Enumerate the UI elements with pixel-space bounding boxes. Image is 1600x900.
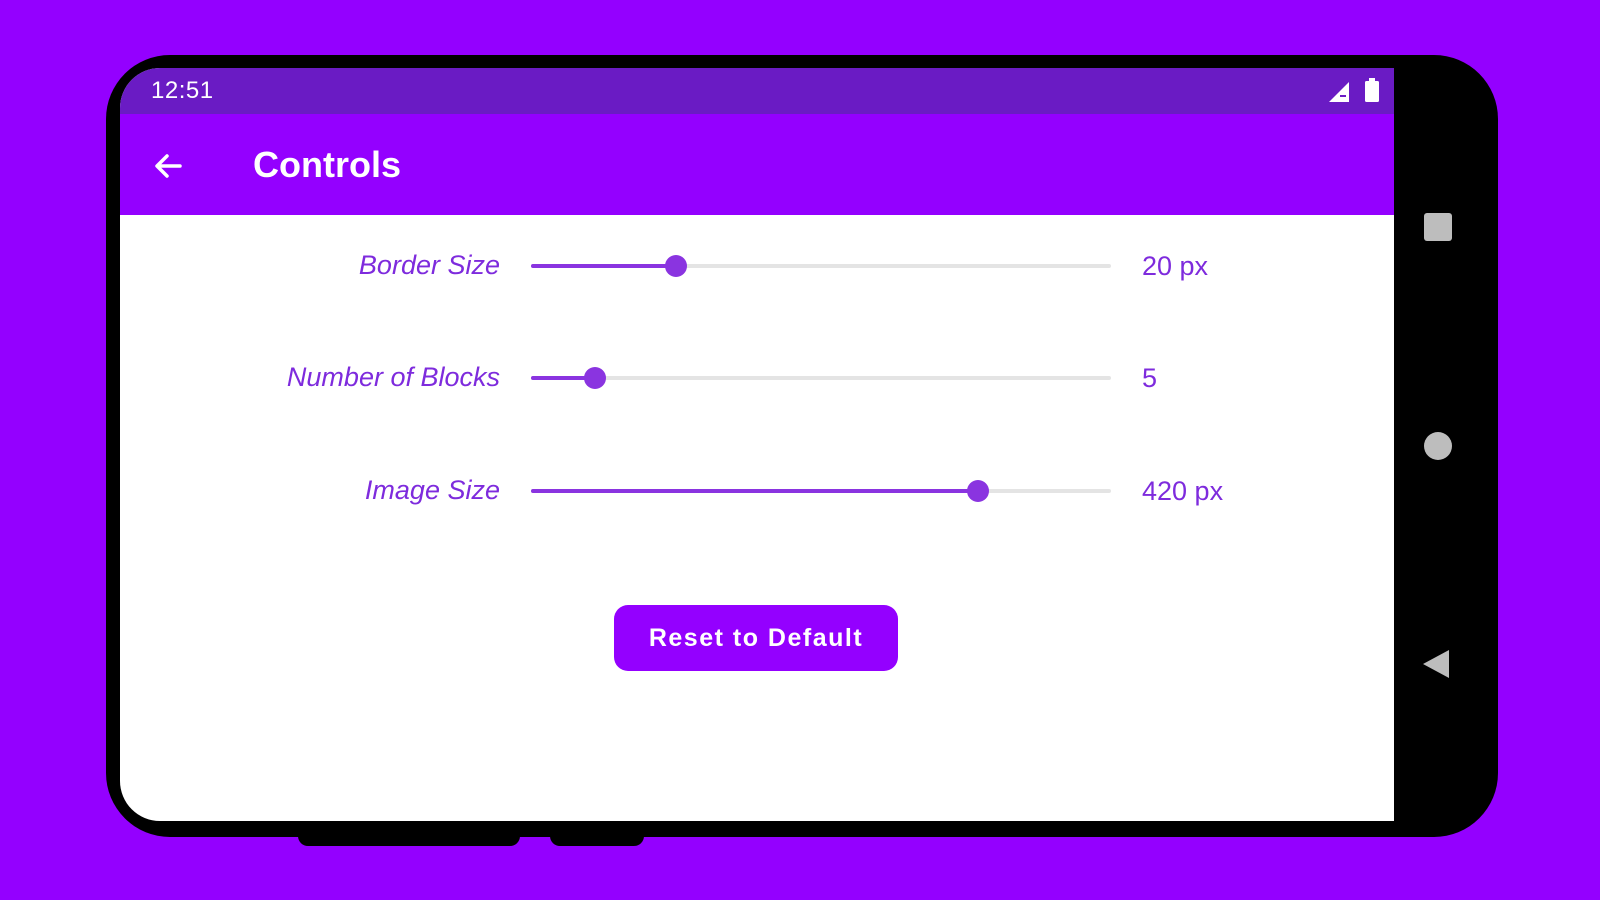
app-bar: Controls [120, 114, 1394, 215]
number-of-blocks-slider[interactable] [531, 363, 1111, 393]
back-button[interactable] [144, 142, 192, 190]
home-circle-icon[interactable] [1424, 432, 1452, 460]
border-size-label: Border Size [358, 250, 500, 280]
page-title: Controls [253, 144, 401, 185]
border-size-slider[interactable] [531, 251, 1111, 281]
phone-screen: 12:51 Controls Border Size 20 px Number … [120, 68, 1394, 821]
arrow-left-icon [155, 154, 182, 178]
control-row-number-of-blocks: Number of Blocks [120, 362, 500, 402]
image-size-slider[interactable] [531, 476, 1111, 506]
battery-icon [1365, 78, 1379, 102]
border-size-value: 20 px [1142, 251, 1209, 281]
phone-side-button [298, 828, 520, 846]
slider-fill [531, 264, 676, 268]
slider-fill [531, 489, 978, 493]
reset-to-default-button[interactable]: Reset to Default [614, 605, 898, 671]
slider-thumb[interactable] [583, 367, 606, 389]
control-row-border-size: Border Size [120, 250, 500, 290]
image-size-label: Image Size [364, 475, 500, 505]
slider-thumb[interactable] [966, 480, 989, 502]
slider-thumb[interactable] [665, 255, 687, 277]
control-row-image-size: Image Size [120, 475, 500, 515]
number-of-blocks-label: Number of Blocks [286, 362, 500, 392]
back-triangle-icon[interactable] [1421, 648, 1451, 680]
status-bar: 12:51 [120, 68, 1394, 114]
number-of-blocks-value: 5 [1142, 363, 1158, 393]
signal-icon [1329, 82, 1349, 102]
status-time: 12:51 [151, 77, 214, 104]
app-stage: 12:51 Controls Border Size 20 px Number … [0, 0, 1600, 900]
recents-square-icon[interactable] [1424, 213, 1452, 241]
slider-track [531, 376, 1111, 380]
phone-side-button [550, 828, 644, 846]
image-size-value: 420 px [1142, 476, 1224, 506]
